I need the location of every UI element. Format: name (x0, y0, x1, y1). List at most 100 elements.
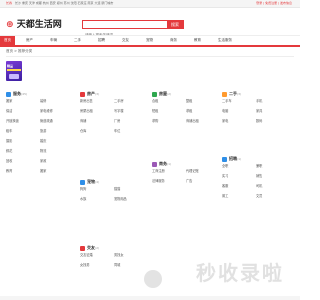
list-item[interactable]: 写字楼 (114, 108, 148, 115)
category-rent: 房屋(2) 合租 整租 短租 求租 求购 商铺出租 (152, 90, 224, 128)
category-house: 房产(3) 新房出售 二手房 房屋出租 写字楼 商铺 厂房 仓库 车位 (80, 90, 152, 138)
city-links[interactable]: 长沙 重庆 天津 成都 杭州 西安 郑州 苏州 沈阳 石家庄 南京 大连 厦门城… (15, 1, 113, 5)
nav-item-services[interactable]: 生活服务 (218, 36, 232, 45)
list-item[interactable]: 搬家 (6, 98, 40, 105)
featured-ad[interactable]: 精品 (6, 61, 22, 81)
main-nav: 首页 房产 车辆 二手 招聘 交友 宠物 商务 教育 生活服务 (0, 35, 300, 47)
ad-image (9, 74, 19, 79)
list-item[interactable]: 鲜花 (6, 148, 40, 155)
search-button[interactable]: 搜索 (167, 21, 183, 28)
list-item[interactable]: 商铺出租 (186, 118, 220, 125)
category-business: 商务(1) 工商注册 代理记账 法律服务 广告 (152, 160, 224, 188)
list-item[interactable]: 男找女 (114, 252, 148, 259)
list-item[interactable]: 家电 (222, 118, 256, 125)
list-item[interactable]: 全职 (222, 163, 256, 170)
dating-icon (80, 245, 85, 251)
list-item[interactable]: 实习 (222, 173, 256, 180)
pets-icon (80, 179, 85, 185)
business-icon (152, 161, 157, 167)
category-jobs: 招聘(1) 全职 兼职 实习 销售 客服 司机 普工 文员 (222, 155, 294, 203)
list-item[interactable]: 二手房 (114, 98, 148, 105)
list-item[interactable]: 广告 (186, 178, 220, 185)
list-item[interactable]: 新房出售 (80, 98, 114, 105)
list-item[interactable]: 家政 (40, 158, 74, 165)
list-item[interactable]: 交友征婚 (80, 252, 114, 259)
city-selector[interactable]: 长春 (6, 1, 12, 5)
ad-title: 精品 (7, 64, 14, 68)
site-logo[interactable]: ⊕ 天都生活网 (6, 17, 62, 30)
category-pets: 宠物(4) 狗狗 猫猫 水族 宠物用品 (80, 178, 152, 206)
list-item[interactable]: 教育 (6, 168, 40, 175)
breadcrumb: 首页 > 推荐分类 (6, 49, 33, 53)
list-item[interactable]: 家电维修 (40, 108, 74, 115)
list-item[interactable]: 装修 (40, 98, 74, 105)
list-item[interactable]: 狗狗 (80, 186, 114, 193)
list-item[interactable]: 手机 (256, 98, 290, 105)
watermark: 秒收录啦 (196, 261, 284, 285)
list-item[interactable]: 宠物用品 (114, 196, 148, 203)
list-item[interactable]: 猫猫 (114, 186, 148, 193)
list-item[interactable]: 合租 (152, 98, 186, 105)
list-item[interactable]: 回收 (6, 158, 40, 165)
watermark-icon (144, 270, 162, 288)
list-item[interactable]: 电脑 (222, 108, 256, 115)
list-item[interactable]: 保洁 (6, 108, 40, 115)
list-item[interactable]: 普工 (222, 193, 256, 200)
list-item[interactable]: 司机 (256, 183, 290, 190)
category-services: 服务(45) 搬家 装修 保洁 家电维修 开锁换锁 管道疏通 租车 旅游 摄影 婚庆 鲜花… (6, 90, 78, 178)
nav-item-business[interactable]: 商务 (170, 36, 177, 45)
category-used: 二手(3) 二手车 手机 电脑 家具 家电 数码 (222, 90, 294, 128)
list-item[interactable]: 家具 (256, 108, 290, 115)
list-item[interactable]: 摄影 (6, 138, 40, 145)
list-item[interactable]: 仓库 (80, 128, 114, 135)
nav-item-dating[interactable]: 交友 (122, 36, 129, 45)
list-item[interactable]: 工商注册 (152, 168, 186, 175)
list-item[interactable]: 求租 (186, 108, 220, 115)
list-item[interactable]: 房屋出租 (80, 108, 114, 115)
ad-stripe (7, 69, 21, 71)
list-item[interactable]: 数码 (256, 118, 290, 125)
nav-item-pets[interactable]: 宠物 (146, 36, 153, 45)
nav-item-car[interactable]: 车辆 (50, 36, 57, 45)
list-item[interactable]: 求购 (152, 118, 186, 125)
nav-item-used[interactable]: 二手 (74, 36, 81, 45)
list-item[interactable]: 搬家 (40, 168, 74, 175)
list-item[interactable]: 销售 (256, 173, 290, 180)
header: ⊕ 天都生活网 搜索 (0, 8, 300, 39)
list-item[interactable]: 兼职 (256, 163, 290, 170)
list-item[interactable]: 文员 (256, 193, 290, 200)
house-icon (80, 91, 85, 97)
footer (0, 296, 300, 300)
list-item[interactable]: 女找男 (80, 262, 114, 269)
list-item[interactable]: 管道疏通 (40, 118, 74, 125)
services-icon (6, 91, 11, 97)
divider (6, 56, 294, 57)
nav-item-education[interactable]: 教育 (194, 36, 201, 45)
list-item[interactable]: 法律服务 (152, 178, 186, 185)
list-item[interactable]: 水族 (80, 196, 114, 203)
login-register-links[interactable]: 登录 | 免费注册 | 发布信息 (256, 0, 292, 7)
list-item[interactable]: 婚庆 (40, 138, 74, 145)
list-item[interactable]: 车位 (114, 128, 148, 135)
top-bar: 长春 长沙 重庆 天津 成都 杭州 西安 郑州 苏州 沈阳 石家庄 南京 大连 … (0, 0, 300, 8)
list-item[interactable]: 同城 (114, 262, 148, 269)
list-item[interactable]: 厂房 (114, 118, 148, 125)
list-item[interactable]: 代理记账 (186, 168, 220, 175)
list-item[interactable]: 整租 (186, 98, 220, 105)
list-item[interactable]: 二手车 (222, 98, 256, 105)
list-item[interactable]: 短租 (152, 108, 186, 115)
nav-item-house[interactable]: 房产 (26, 36, 33, 45)
list-item[interactable]: 开锁换锁 (6, 118, 40, 125)
rent-icon (152, 91, 157, 97)
list-item[interactable]: 租车 (6, 128, 40, 135)
search-box: 搜索 (82, 20, 184, 39)
site-name: 天都生活网 (16, 20, 62, 30)
category-dating: 交友(2) 交友征婚 男找女 女找男 同城 (80, 244, 152, 272)
used-icon (222, 91, 227, 97)
nav-item-jobs[interactable]: 招聘 (98, 36, 105, 45)
list-item[interactable]: 物流 (40, 148, 74, 155)
list-item[interactable]: 旅游 (40, 128, 74, 135)
list-item[interactable]: 商铺 (80, 118, 114, 125)
nav-item-home[interactable]: 首页 (0, 36, 15, 45)
list-item[interactable]: 客服 (222, 183, 256, 190)
